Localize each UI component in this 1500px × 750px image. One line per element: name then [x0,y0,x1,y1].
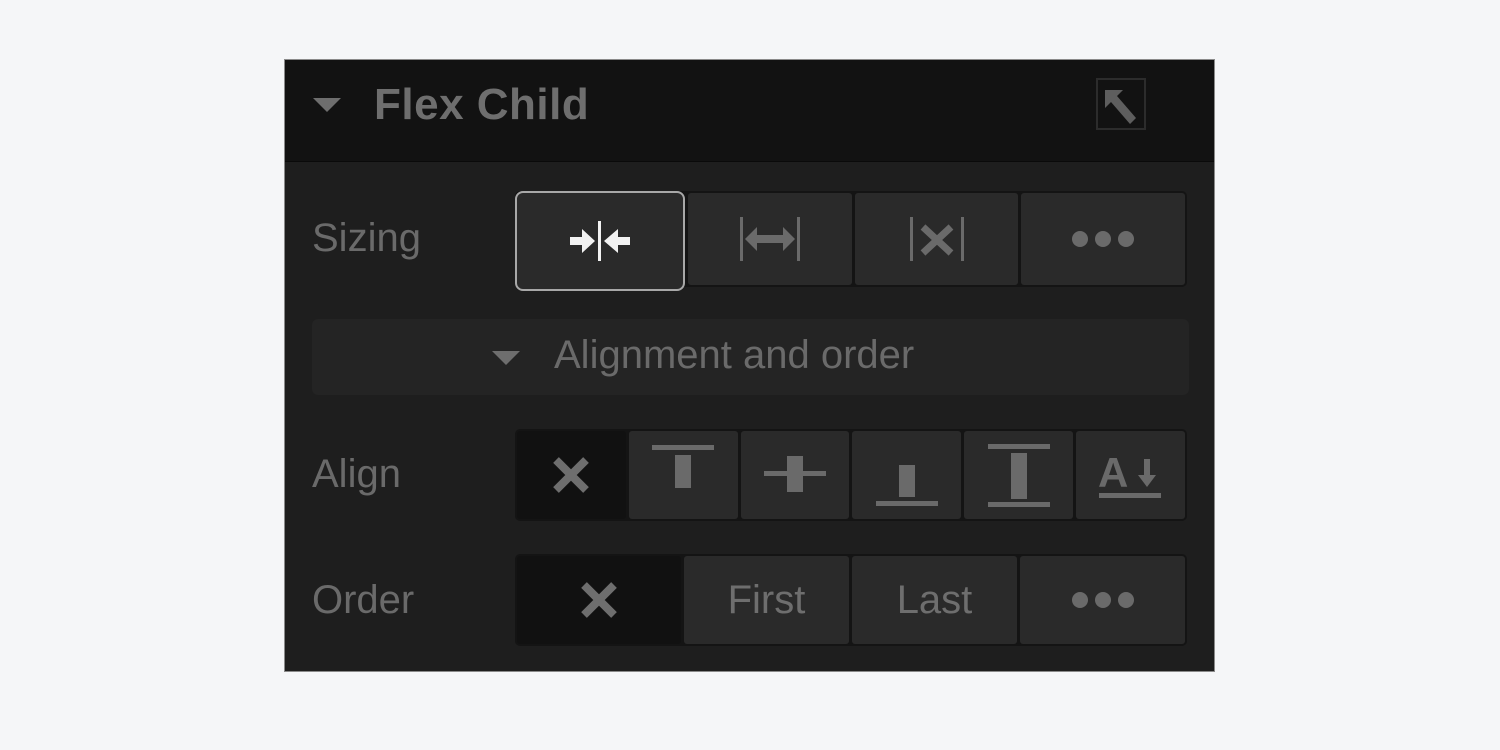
align-center-icon [762,443,828,507]
align-none-button[interactable] [517,431,626,519]
no-resize-icon [907,215,967,263]
sizing-more-button[interactable] [1021,193,1186,285]
align-label: Align [312,452,401,496]
order-last-button[interactable]: Last [852,556,1017,644]
align-end-button[interactable] [852,431,962,519]
align-stretch-button[interactable] [964,431,1074,519]
panel-title: Flex Child [374,80,590,129]
order-first-button[interactable]: First [684,556,849,644]
sizing-shrink-button[interactable] [515,191,685,291]
more-icon [1071,229,1135,249]
sizing-grow-button[interactable] [688,193,852,285]
flex-child-panel: Flex Child Sizing Alignment and order Al… [284,59,1215,672]
x-icon [551,455,591,495]
align-bottom-icon [874,443,940,507]
shrink-icon [568,219,632,263]
collapse-caret-icon[interactable] [313,98,341,112]
align-segmented-control: A [515,429,1187,521]
align-center-button[interactable] [740,431,850,519]
align-stretch-icon [986,443,1052,507]
align-start-button[interactable] [628,431,738,519]
order-more-button[interactable] [1020,556,1185,644]
sizing-none-button[interactable] [854,193,1019,285]
alignment-and-order-toggle[interactable]: Alignment and order [312,319,1189,395]
more-icon [1071,590,1135,610]
x-icon [579,580,619,620]
subsection-label: Alignment and order [554,333,915,377]
subsection-caret-icon [492,351,520,365]
order-none-button[interactable] [517,556,681,644]
arrow-up-left-icon[interactable] [1096,78,1146,130]
sizing-segmented-control [515,191,1187,291]
panel-header[interactable]: Flex Child [285,60,1214,162]
order-segmented-control: First Last [515,554,1187,646]
align-baseline-icon: A [1098,449,1164,501]
align-top-icon [650,443,716,507]
svg-text:A: A [1098,449,1128,496]
grow-icon [737,215,803,263]
align-baseline-button[interactable]: A [1076,431,1185,519]
order-label: Order [312,578,415,622]
sizing-label: Sizing [312,216,421,260]
